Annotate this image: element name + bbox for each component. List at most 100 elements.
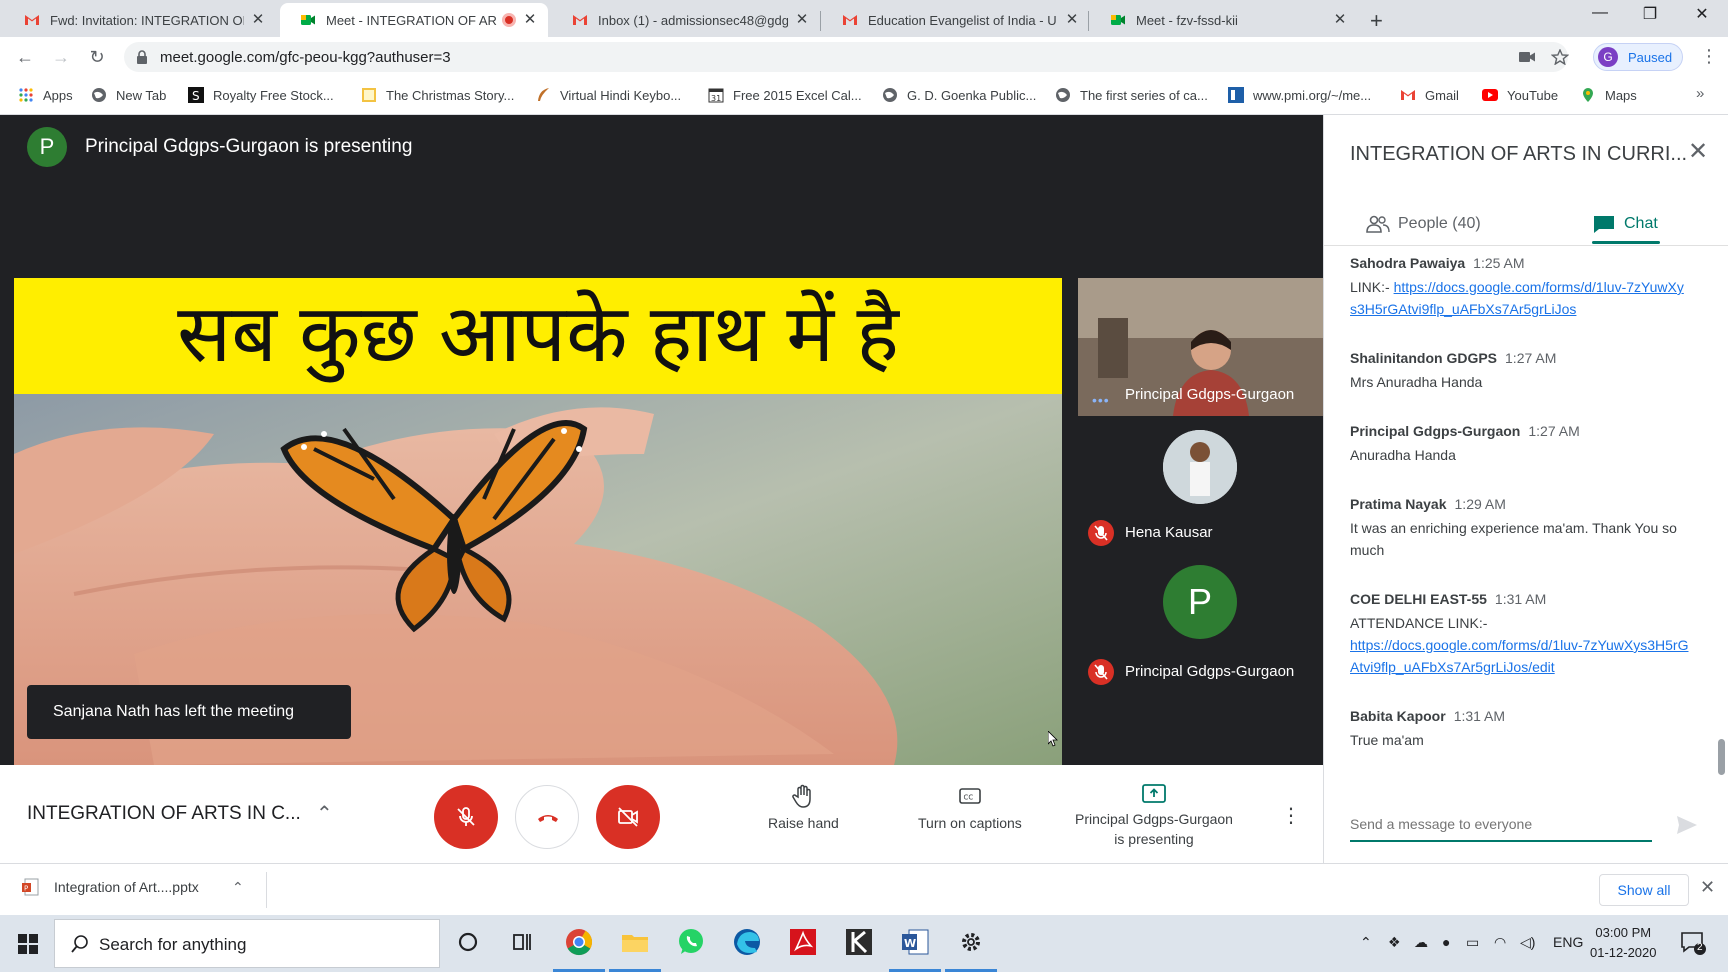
presenting-button[interactable]: Principal Gdgps-Gurgaon is presenting: [1075, 781, 1233, 847]
bookmark-maps[interactable]: Maps: [1580, 87, 1637, 103]
leave-call-button[interactable]: [515, 785, 579, 849]
close-shelf-icon[interactable]: ✕: [1700, 877, 1715, 898]
browser-tab[interactable]: Fwd: Invitation: INTEGRATION OF ✕: [4, 3, 276, 37]
message-prefix: LINK:-: [1350, 279, 1394, 295]
edge-icon[interactable]: [731, 926, 763, 958]
chat-scrollbar[interactable]: [1718, 739, 1725, 775]
bookmark-apps[interactable]: Apps: [18, 87, 73, 103]
system-clock[interactable]: 03:00 PM 01-12-2020: [1590, 923, 1657, 963]
tab-people[interactable]: People (40): [1366, 205, 1481, 243]
svg-text:W: W: [904, 937, 916, 950]
new-tab-button[interactable]: +: [1370, 8, 1383, 34]
chevron-up-icon[interactable]: ⌃: [316, 801, 333, 826]
bookmark-hindi-keyboard[interactable]: Virtual Hindi Keybo...: [535, 87, 681, 103]
taskbar-search-box[interactable]: Search for anything: [54, 919, 440, 968]
lock-icon: [137, 50, 147, 64]
kindle-icon[interactable]: [843, 926, 875, 958]
raise-hand-label: Raise hand: [768, 815, 839, 831]
acrobat-reader-icon[interactable]: [787, 926, 819, 958]
word-icon[interactable]: W: [899, 926, 931, 958]
bookmark-christmas-story[interactable]: The Christmas Story...: [361, 87, 514, 103]
chevron-up-icon[interactable]: ⌃: [232, 879, 244, 896]
pmi-icon: [1228, 87, 1244, 103]
chat-message-input[interactable]: [1350, 810, 1652, 838]
participant-tile[interactable]: P Principal Gdgps-Gurgaon: [1078, 555, 1323, 693]
close-tab-icon[interactable]: ✕: [522, 12, 538, 28]
restore-icon[interactable]: ❐: [1635, 4, 1665, 24]
whatsapp-icon[interactable]: [675, 926, 707, 958]
bookmark-gmail[interactable]: Gmail: [1400, 87, 1459, 103]
profile-button[interactable]: G Paused: [1593, 43, 1683, 71]
participant-tile[interactable]: Hena Kausar: [1078, 420, 1323, 555]
show-hidden-icons-icon[interactable]: ⌃: [1360, 934, 1372, 951]
volume-icon[interactable]: ◁): [1520, 934, 1535, 951]
battery-icon[interactable]: ▭: [1466, 934, 1479, 951]
search-icon: [71, 935, 88, 953]
forward-arrow-icon[interactable]: →: [50, 46, 72, 68]
camera-toggle-button[interactable]: [596, 785, 660, 849]
download-item[interactable]: P Integration of Art....pptx: [22, 878, 199, 896]
raise-hand-button[interactable]: Raise hand: [768, 783, 839, 831]
file-explorer-icon[interactable]: [619, 926, 651, 958]
browser-tab[interactable]: Education Evangelist of India - U ✕: [822, 3, 1090, 37]
meet-stage: P Principal Gdgps-Gurgaon is presenting …: [0, 115, 1323, 765]
chat-icon: [1594, 216, 1614, 233]
bookmark-youtube[interactable]: YouTube: [1482, 87, 1558, 103]
windows-start-icon[interactable]: [18, 934, 38, 954]
tab-chat[interactable]: Chat: [1592, 205, 1658, 243]
star-icon[interactable]: [1551, 49, 1569, 65]
speaking-indicator-icon: •••: [1092, 392, 1110, 408]
mic-muted-icon: [1088, 659, 1114, 685]
microphone-toggle-button[interactable]: [434, 785, 498, 849]
wifi-icon[interactable]: ◠: [1494, 934, 1506, 951]
show-all-downloads-button[interactable]: Show all: [1599, 874, 1689, 906]
minimize-icon[interactable]: —: [1585, 4, 1615, 22]
address-bar[interactable]: meet.google.com/gfc-peou-kgg?authuser=3: [124, 42, 1569, 72]
close-window-icon[interactable]: ✕: [1687, 4, 1717, 24]
bookmark-first-series[interactable]: The first series of ca...: [1055, 87, 1208, 103]
dropbox-icon[interactable]: ❖: [1388, 934, 1401, 951]
cortana-icon[interactable]: [452, 926, 484, 958]
bookmark-gd-goenka[interactable]: G. D. Goenka Public...: [882, 87, 1036, 103]
message-time: 1:31 AM: [1453, 708, 1506, 724]
task-view-icon[interactable]: [506, 926, 538, 958]
bookmark-new-tab[interactable]: New Tab: [91, 87, 166, 103]
bookmark-label: G. D. Goenka Public...: [907, 87, 1037, 103]
bookmark-pmi[interactable]: www.pmi.org/~/me...: [1228, 87, 1371, 103]
bookmark-label: Free 2015 Excel Cal...: [733, 87, 862, 103]
browser-menu-icon[interactable]: ⋮: [1700, 46, 1718, 67]
onedrive-icon[interactable]: ☁: [1414, 934, 1428, 951]
input-language[interactable]: ENG: [1553, 934, 1583, 950]
message-link[interactable]: https://docs.google.com/forms/d/1luv-7zY…: [1350, 637, 1688, 675]
svg-text:S: S: [192, 89, 200, 103]
participant-avatar: P: [1163, 565, 1237, 639]
close-tab-icon[interactable]: ✕: [1332, 12, 1348, 28]
send-icon[interactable]: [1676, 815, 1698, 835]
chrome-icon[interactable]: [563, 926, 595, 958]
chat-tab-label: Chat: [1624, 215, 1658, 232]
browser-tab[interactable]: Inbox (1) - admissionsec48@gdg ✕: [552, 3, 820, 37]
close-tab-icon[interactable]: ✕: [794, 12, 810, 28]
close-tab-icon[interactable]: ✕: [250, 12, 266, 28]
settings-gear-icon[interactable]: [955, 926, 987, 958]
url-text: meet.google.com/gfc-peou-kgg?authuser=3: [160, 49, 451, 66]
chat-message-list: Sahodra Pawaiya 1:25 AM LINK:- https://do…: [1350, 255, 1690, 781]
microphone-icon[interactable]: ●: [1442, 934, 1450, 950]
more-options-icon[interactable]: ⋮: [1281, 803, 1301, 828]
camera-icon[interactable]: [1518, 49, 1536, 65]
action-center-icon[interactable]: 2: [1680, 930, 1706, 956]
page-icon: [362, 88, 376, 102]
participant-tile[interactable]: ••• Principal Gdgps-Gurgaon: [1078, 278, 1323, 416]
message-link[interactable]: https://docs.google.com/forms/d/1luv-7zY…: [1350, 279, 1684, 317]
bookmark-royalty-free[interactable]: S Royalty Free Stock...: [188, 87, 334, 103]
bookmark-excel-calendar[interactable]: 31 Free 2015 Excel Cal...: [708, 87, 862, 103]
close-tab-icon[interactable]: ✕: [1064, 12, 1080, 28]
more-bookmarks-icon[interactable]: »: [1696, 85, 1704, 102]
captions-button[interactable]: CC Turn on captions: [918, 783, 1022, 831]
browser-tab[interactable]: Meet - fzv-fssd-kii ✕: [1090, 3, 1358, 37]
close-panel-icon[interactable]: ✕: [1688, 137, 1708, 166]
browser-tab-active[interactable]: Meet - INTEGRATION OF AR ✕: [280, 3, 548, 37]
reload-icon[interactable]: ↻: [86, 46, 108, 68]
profile-avatar: G: [1598, 47, 1618, 67]
back-arrow-icon[interactable]: ←: [14, 46, 36, 68]
